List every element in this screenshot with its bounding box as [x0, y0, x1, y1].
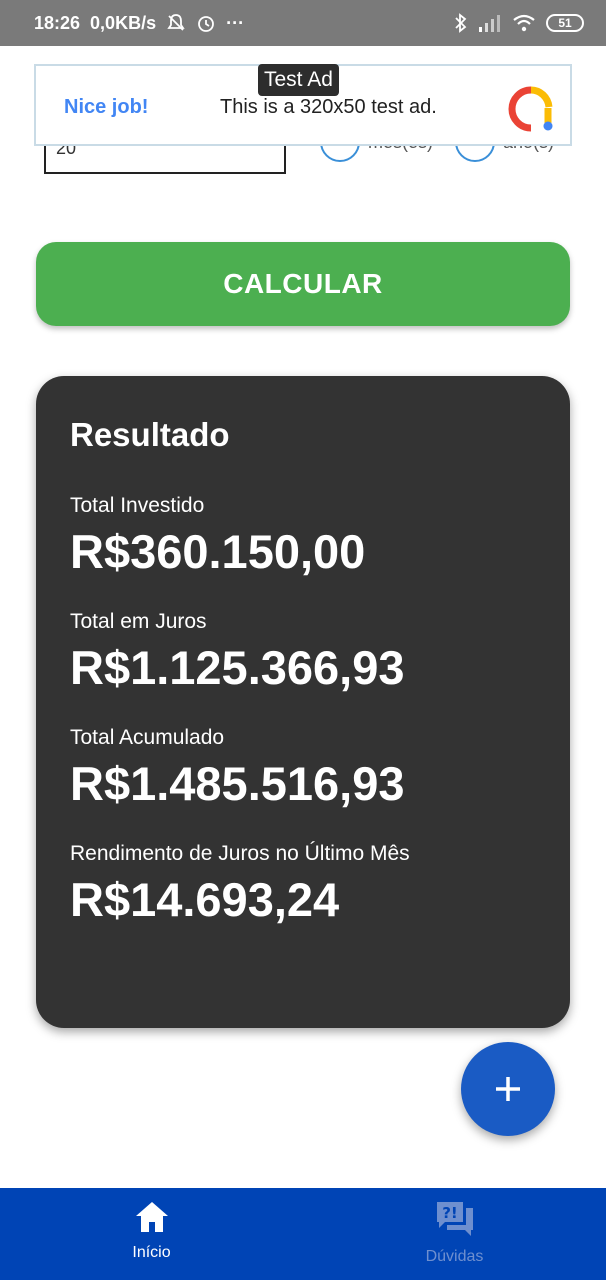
home-icon	[135, 1202, 168, 1232]
bell-off-icon	[166, 13, 186, 33]
faq-chat-icon: ?!	[436, 1202, 473, 1236]
result-label: Total Acumulado	[70, 726, 225, 749]
status-more: ···	[226, 12, 245, 33]
add-fab-button[interactable]	[461, 1042, 555, 1136]
ad-nice-text: Nice job!	[64, 96, 149, 118]
result-value: R$360.150,00	[70, 525, 366, 578]
status-time: 18:26	[34, 12, 81, 33]
result-label: Total em Juros	[70, 610, 207, 633]
plus-icon	[496, 1077, 520, 1101]
calculate-button[interactable]: CALCULAR	[36, 242, 570, 326]
test-ad-banner[interactable]: Test Ad Nice job! This is a 320x50 test …	[34, 64, 572, 146]
svg-text:?!: ?!	[442, 1204, 458, 1222]
alarm-icon	[196, 13, 216, 33]
ad-text: This is a 320x50 test ad.	[220, 96, 437, 118]
ad-logo-icon	[508, 86, 553, 132]
result-title: Resultado	[70, 416, 230, 453]
result-value: R$14.693,24	[70, 873, 340, 926]
result-value: R$1.125.366,93	[70, 641, 405, 694]
bluetooth-icon	[454, 13, 468, 33]
nav-label-faq: Dúvidas	[425, 1248, 484, 1265]
result-label: Total Investido	[70, 494, 205, 517]
result-last-month-interest: Rendimento de Juros no Último Mês R$14.6…	[70, 842, 536, 928]
wifi-icon	[512, 14, 536, 32]
status-bar: 18:26 0,0KB/s ··· 51	[0, 0, 606, 46]
nav-item-home[interactable]: Início	[0, 1188, 303, 1280]
status-speed: 0,0KB/s	[90, 12, 157, 33]
ad-tag: Test Ad	[258, 64, 339, 96]
bottom-navigation: Início ?! Dúvidas	[0, 1188, 606, 1280]
result-total-interest: Total em Juros R$1.125.366,93	[70, 610, 536, 696]
result-total-accumulated: Total Acumulado R$1.485.516,93	[70, 726, 536, 812]
nav-label-home: Início	[132, 1244, 171, 1261]
result-label: Rendimento de Juros no Último Mês	[70, 842, 410, 865]
result-value: R$1.485.516,93	[70, 757, 405, 810]
signal-icon	[478, 14, 502, 32]
result-total-invested: Total Investido R$360.150,00	[70, 494, 536, 580]
result-card: Resultado Total Investido R$360.150,00 T…	[36, 376, 570, 1028]
battery-icon: 51	[546, 14, 584, 32]
nav-item-faq[interactable]: ?! Dúvidas	[303, 1188, 606, 1280]
